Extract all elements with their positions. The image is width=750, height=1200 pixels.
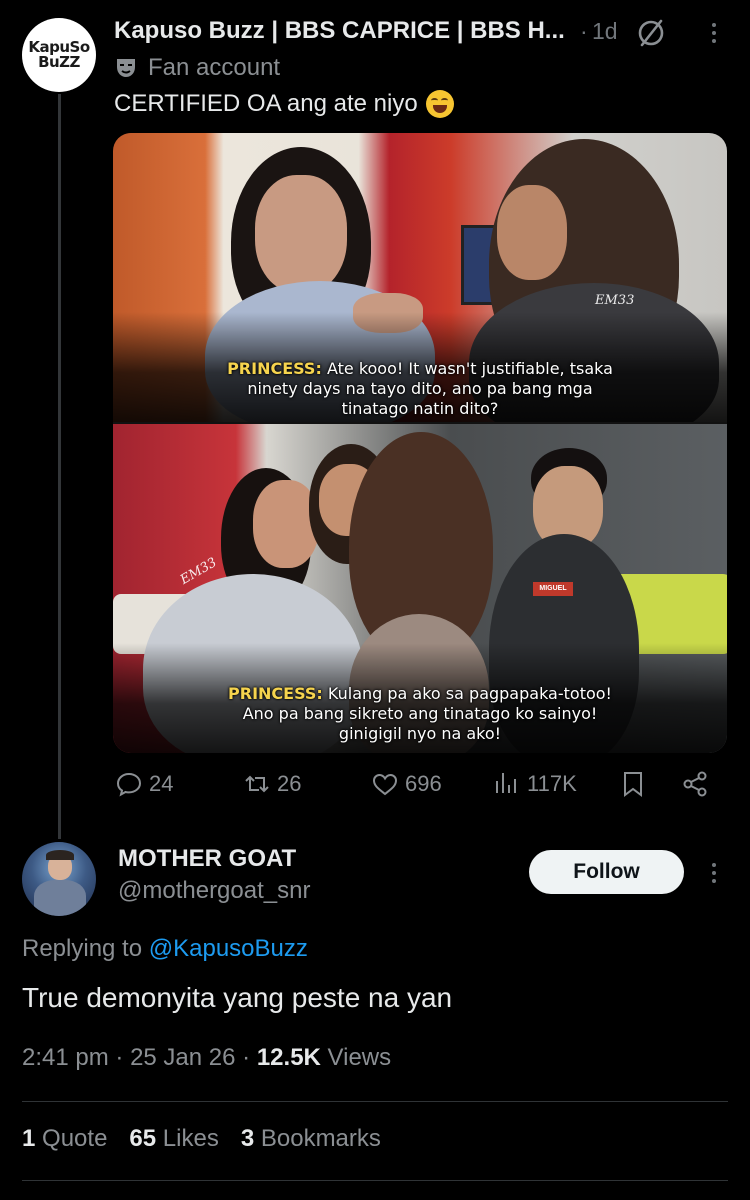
reply-display-name[interactable]: MOTHER GOAT: [118, 845, 296, 873]
engagement-stats: 1 Quote 65 Likes 3 Bookmarks: [22, 1125, 381, 1153]
likes-stat[interactable]: 65 Likes: [129, 1125, 218, 1153]
watermark: EM33: [595, 293, 635, 308]
reply-views-count: 12.5K: [256, 1044, 321, 1071]
media-panel-top: EM33 PRINCESS: Ate kooo! It wasn't justi…: [113, 133, 727, 422]
follow-button[interactable]: Follow: [529, 850, 684, 894]
time-separator: ·: [580, 18, 588, 44]
reply-meta-line: 2:41 pm · 25 Jan 26 · 12.5K Views: [22, 1044, 392, 1071]
bookmark-button[interactable]: [618, 766, 648, 802]
reply-views-label: Views: [327, 1044, 392, 1071]
views-button[interactable]: 117K: [492, 766, 577, 802]
repost-button[interactable]: 26: [242, 766, 301, 802]
more-options-icon[interactable]: [700, 18, 728, 48]
reply-tweet-text: True demonyita yang peste na yan: [22, 982, 453, 1013]
quotes-stat[interactable]: 1 Quote: [22, 1125, 107, 1153]
grok-icon[interactable]: [634, 16, 668, 50]
fan-account-label: Fan account: [114, 52, 280, 84]
mother-goat-avatar[interactable]: [22, 842, 96, 916]
parent-display-name[interactable]: Kapuso Buzz | BBS CAPRICE | BBS H...: [114, 17, 565, 45]
divider: [22, 1101, 728, 1102]
reply-handle[interactable]: @mothergoat_snr: [118, 877, 310, 905]
parent-timestamp[interactable]: 1d: [592, 18, 618, 45]
views-count: 117K: [527, 771, 577, 796]
parent-author-row: Kapuso Buzz | BBS CAPRICE | BBS H...: [114, 14, 620, 48]
divider: [22, 1180, 728, 1181]
name-tag: MIGUEL: [533, 582, 573, 596]
share-icon: [683, 771, 707, 797]
share-button[interactable]: [680, 766, 710, 802]
kapuso-buzz-logo: KapuSo BuZZ: [28, 38, 90, 71]
bookmark-icon: [624, 772, 642, 797]
like-count: 696: [405, 771, 442, 796]
reply-date[interactable]: 25 Jan 26: [130, 1044, 235, 1071]
tweet-action-bar: 24 26 696 117K: [114, 766, 726, 802]
kapuso-buzz-avatar[interactable]: KapuSo BuZZ: [22, 18, 96, 92]
media-caption-bottom: PRINCESS: Kulang pa ako sa pagpapaka-tot…: [228, 684, 612, 743]
media-panel-bottom: MIGUEL EM33 PRINCESS: Kulang pa ako sa p…: [113, 424, 727, 753]
views-chart-icon: [496, 773, 516, 793]
laughing-emoji-icon: [425, 90, 454, 118]
parent-tweet-text: CERTIFIED OA ang ate niyo: [114, 90, 454, 118]
repost-icon: [245, 775, 269, 793]
like-button[interactable]: 696: [370, 766, 442, 802]
repost-count: 26: [277, 771, 302, 796]
media-caption-top: PRINCESS: Ate kooo! It wasn't justifiabl…: [227, 359, 613, 418]
heart-icon: [372, 773, 398, 796]
thread-connector-line: [58, 94, 61, 839]
theater-mask-icon: [117, 59, 135, 77]
reply-count: 24: [149, 771, 174, 796]
replying-to-line: Replying to @KapusoBuzz: [22, 935, 308, 962]
reply-button[interactable]: 24: [114, 766, 173, 802]
reply-time[interactable]: 2:41 pm: [22, 1044, 109, 1071]
reply-icon: [116, 772, 142, 797]
bookmarks-stat[interactable]: 3 Bookmarks: [241, 1125, 381, 1153]
tweet-media-image[interactable]: EM33 PRINCESS: Ate kooo! It wasn't justi…: [113, 133, 727, 753]
replying-to-mention[interactable]: @KapusoBuzz: [149, 935, 308, 962]
more-options-icon[interactable]: [700, 858, 728, 888]
